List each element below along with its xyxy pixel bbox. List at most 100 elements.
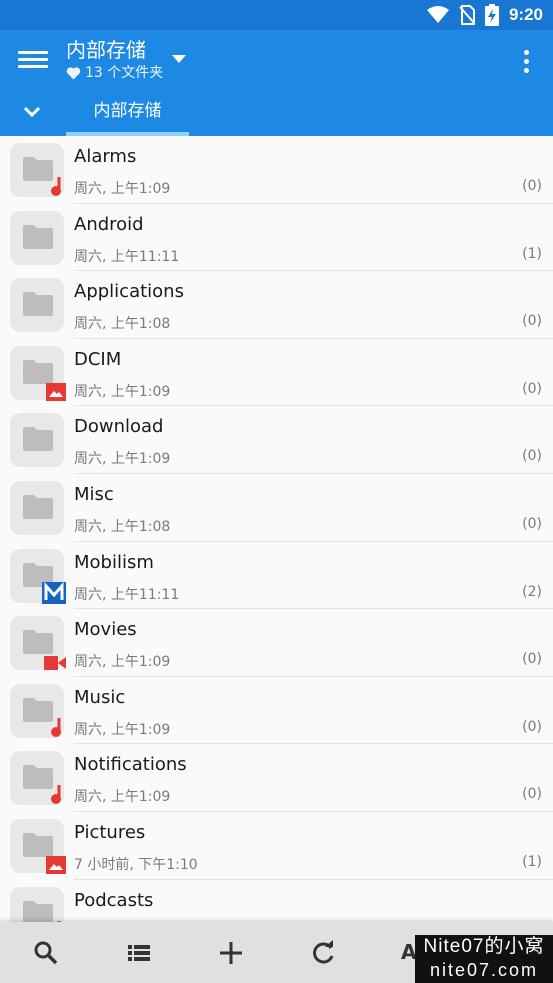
tab-label: 内部存储 xyxy=(93,101,162,121)
watermark: Nite07的小窝 nite07.com xyxy=(415,935,553,983)
folder-date: 周六, 上午1:08 xyxy=(74,316,171,333)
folder-item-count: (0) xyxy=(522,178,542,194)
folder-name: DCIM xyxy=(74,348,122,370)
list-item[interactable]: Movies 周六, 上午1:09 (0) xyxy=(0,609,553,677)
folder-date: 周六, 上午1:09 xyxy=(74,451,171,468)
battery-charging-icon xyxy=(484,4,499,26)
list-item[interactable]: Download 周六, 上午1:09 (0) xyxy=(0,406,553,474)
folder-date: 周六, 上午1:09 xyxy=(74,383,171,400)
folder-item-count: (0) xyxy=(522,448,542,465)
list-item[interactable]: Applications 周六, 上午1:08 (0) xyxy=(0,271,553,339)
folder-name: Applications xyxy=(74,281,184,303)
folder-name: Pictures xyxy=(74,821,146,843)
folder-thumbnail xyxy=(10,818,66,874)
folder-name: Misc xyxy=(74,483,114,505)
folder-thumbnail xyxy=(10,548,66,604)
folder-thumbnail xyxy=(10,210,64,265)
folder-date: 周六, 上午1:09 xyxy=(74,654,171,671)
folder-thumbnail xyxy=(10,683,64,738)
chevron-down-icon[interactable] xyxy=(172,55,186,63)
folder-item-count: (1) xyxy=(522,245,542,262)
add-icon[interactable] xyxy=(217,939,245,967)
search-icon[interactable] xyxy=(32,939,60,967)
folder-thumbnail xyxy=(10,278,64,333)
folder-item-count: (2) xyxy=(522,583,542,600)
folder-name: Alarms xyxy=(74,146,137,167)
status-bar: 9:20 xyxy=(0,0,553,30)
page-title: 内部存储 xyxy=(66,38,146,62)
title-block[interactable]: 内部存储 13 个文件夹 xyxy=(66,37,163,83)
no-sim-icon xyxy=(459,5,475,25)
folder-name: Download xyxy=(74,416,164,438)
folder-icon xyxy=(23,630,53,655)
more-options-icon[interactable] xyxy=(523,50,531,76)
status-time: 9:20 xyxy=(508,5,543,24)
status-icons: 9:20 xyxy=(426,4,543,26)
list-item[interactable]: Alarms 周六, 上午1:09 (0) xyxy=(0,136,553,204)
menu-button[interactable] xyxy=(18,48,48,76)
folder-name: Android xyxy=(74,213,144,235)
folder-icon xyxy=(23,765,53,790)
video-camera-icon xyxy=(44,656,66,671)
folder-thumbnail xyxy=(10,616,66,671)
folder-name: Notifications xyxy=(74,754,187,776)
folder-icon xyxy=(23,494,53,519)
folder-thumbnail xyxy=(10,480,64,535)
folder-date: 周六, 上午1:09 xyxy=(74,789,171,806)
folder-icon xyxy=(23,224,53,249)
tab-internal-storage[interactable]: 内部存储 xyxy=(66,86,189,136)
list-item[interactable]: Pictures 7 小时前, 下午1:10 (1) xyxy=(0,812,553,880)
folder-item-count: (0) xyxy=(522,515,542,532)
list-item[interactable]: Podcasts xyxy=(0,880,553,922)
mobilism-logo-icon xyxy=(42,581,66,604)
list-item[interactable]: Android 周六, 上午11:11 (1) xyxy=(0,204,553,272)
music-note-icon xyxy=(51,177,61,196)
list-view-icon[interactable] xyxy=(125,939,153,967)
folder-item-count: (0) xyxy=(522,380,542,397)
folder-thumbnail xyxy=(10,413,64,468)
folder-list[interactable]: Alarms 周六, 上午1:09 (0) Android 周六, 上午11:11 (1)… xyxy=(0,136,553,922)
folder-name: Music xyxy=(74,686,126,708)
image-icon xyxy=(46,382,66,401)
music-note-icon xyxy=(51,785,61,805)
folder-item-count: (1) xyxy=(522,853,542,870)
folder-icon xyxy=(23,157,53,181)
folder-item-count: (0) xyxy=(522,313,542,330)
folder-name: Movies xyxy=(74,619,137,641)
folder-icon xyxy=(23,697,53,722)
folder-date: 周六, 上午1:09 xyxy=(74,181,171,197)
folder-count: 13 个文件夹 xyxy=(66,63,163,83)
folder-date: 周六, 上午11:11 xyxy=(74,248,180,265)
folder-thumbnail xyxy=(10,345,66,401)
folder-date: 周六, 上午1:09 xyxy=(74,721,171,738)
list-item[interactable]: DCIM 周六, 上午1:09 (0) xyxy=(0,339,553,407)
folder-thumbnail xyxy=(10,886,64,922)
heart-icon xyxy=(66,66,81,79)
folder-item-count: (0) xyxy=(522,651,542,668)
list-item[interactable]: Mobilism 周六, 上午11:11 (2) xyxy=(0,542,553,610)
list-item[interactable]: Misc 周六, 上午1:08 (0) xyxy=(0,474,553,542)
folder-icon xyxy=(23,359,53,384)
refresh-icon[interactable] xyxy=(309,939,337,967)
folder-item-count: (0) xyxy=(522,786,542,803)
watermark-line1: Nite07的小窝 xyxy=(423,936,545,957)
folder-item-count: (0) xyxy=(522,718,542,735)
folder-icon xyxy=(23,900,53,922)
wifi-icon xyxy=(426,6,449,23)
list-item[interactable]: Music 周六, 上午1:09 (0) xyxy=(0,677,553,745)
folder-count-text: 13 个文件夹 xyxy=(85,65,164,81)
folder-thumbnail xyxy=(10,143,64,197)
folder-icon xyxy=(23,832,53,857)
folder-date: 周六, 上午11:11 xyxy=(74,586,180,603)
folder-icon xyxy=(23,292,53,317)
image-icon xyxy=(46,855,66,874)
folder-date: 周六, 上午1:08 xyxy=(74,518,171,535)
list-item[interactable]: Notifications 周六, 上午1:09 (0) xyxy=(0,744,553,812)
collapse-chevron-icon[interactable] xyxy=(22,104,42,120)
folder-name: Mobilism xyxy=(74,551,154,573)
folder-name: Podcasts xyxy=(74,889,154,911)
music-note-icon xyxy=(51,717,61,737)
app-bar: 内部存储 13 个文件夹 内部存储 xyxy=(0,30,553,136)
folder-thumbnail xyxy=(10,751,64,806)
folder-date: 7 小时前, 下午1:10 xyxy=(74,856,198,873)
